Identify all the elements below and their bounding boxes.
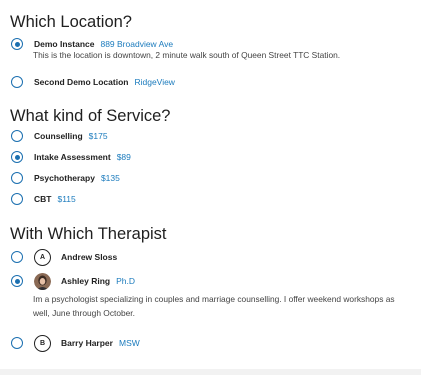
radio-selected-icon[interactable] bbox=[11, 38, 23, 50]
avatar-initial: B bbox=[34, 334, 51, 352]
radio-unselected-icon[interactable] bbox=[11, 251, 23, 263]
radio-unselected-icon[interactable] bbox=[11, 130, 23, 142]
service-option-intake-assessment[interactable]: Intake Assessment $89 bbox=[11, 149, 131, 165]
location-address: RidgeView bbox=[134, 77, 175, 87]
radio-unselected-icon[interactable] bbox=[11, 76, 23, 88]
therapist-option-ashley-ring[interactable]: Ashley Ring Ph.D bbox=[11, 272, 135, 290]
location-heading: Which Location? bbox=[10, 13, 132, 31]
radio-unselected-icon[interactable] bbox=[11, 337, 23, 349]
portrait-icon bbox=[34, 272, 51, 290]
service-option-cbt[interactable]: CBT $115 bbox=[11, 191, 76, 207]
service-price: $135 bbox=[100, 173, 120, 183]
service-price: $89 bbox=[116, 152, 131, 162]
service-price: $175 bbox=[88, 131, 108, 141]
avatar-initial: A bbox=[34, 248, 51, 266]
service-name: CBT bbox=[34, 194, 52, 204]
location-option-second-demo[interactable]: Second Demo Location RidgeView bbox=[11, 74, 175, 90]
location-description: This is the location is downtown, 2 minu… bbox=[33, 50, 341, 60]
therapist-name: Andrew Sloss bbox=[61, 252, 118, 262]
location-name: Second Demo Location bbox=[34, 77, 129, 87]
service-name: Psychotherapy bbox=[34, 173, 95, 183]
radio-selected-icon[interactable] bbox=[11, 151, 23, 163]
therapist-bio-line-2: well, June through October. bbox=[33, 308, 135, 318]
therapist-name: Barry Harper bbox=[61, 338, 113, 348]
service-heading: What kind of Service? bbox=[10, 107, 171, 125]
therapist-credential: MSW bbox=[118, 338, 140, 348]
therapist-option-andrew-sloss[interactable]: A Andrew Sloss bbox=[11, 248, 117, 266]
radio-unselected-icon[interactable] bbox=[11, 193, 23, 205]
service-option-counselling[interactable]: Counselling $175 bbox=[11, 128, 108, 144]
service-name: Intake Assessment bbox=[34, 152, 111, 162]
radio-unselected-icon[interactable] bbox=[11, 172, 23, 184]
service-name: Counselling bbox=[34, 131, 83, 141]
bottom-divider bbox=[0, 369, 421, 375]
avatar-photo bbox=[34, 272, 51, 290]
radio-selected-icon[interactable] bbox=[11, 275, 23, 287]
therapist-option-barry-harper[interactable]: B Barry Harper MSW bbox=[11, 334, 140, 352]
therapist-name: Ashley Ring bbox=[61, 276, 111, 286]
therapist-credential: Ph.D bbox=[116, 276, 136, 286]
service-option-psychotherapy[interactable]: Psychotherapy $135 bbox=[11, 170, 120, 186]
service-price: $115 bbox=[57, 194, 76, 204]
therapist-heading: With Which Therapist bbox=[10, 225, 167, 243]
